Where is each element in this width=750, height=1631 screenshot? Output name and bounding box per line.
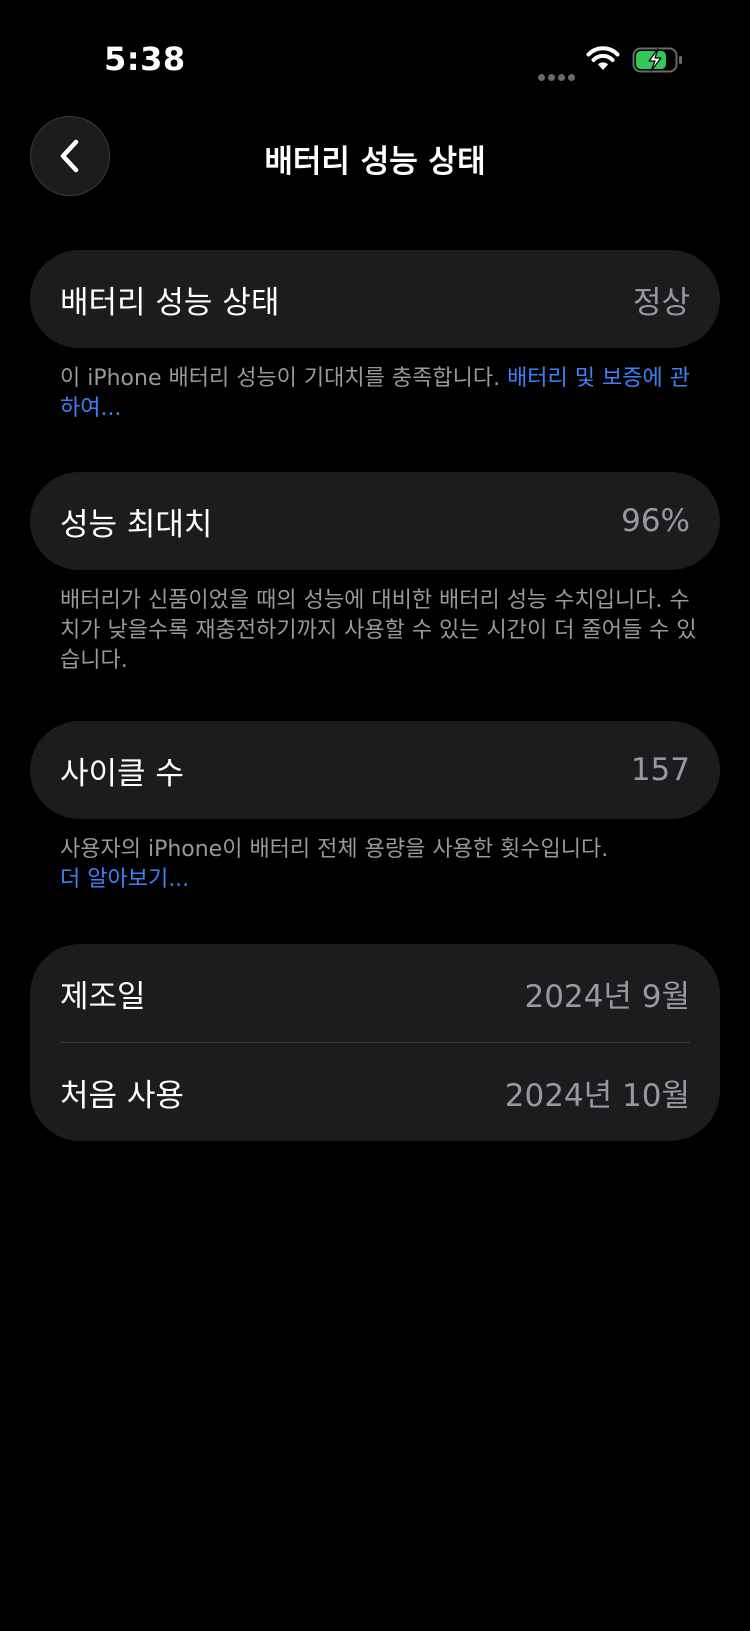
cycle-count-row: 사이클 수 157 [30, 721, 720, 819]
first-use-value: 2024년 10월 [504, 1077, 690, 1114]
status-bar: 5:38 [0, 0, 750, 120]
battery-health-note-text: 이 iPhone 배터리 성능이 기대치를 충족합니다. [60, 366, 508, 391]
manufacture-date-label: 제조일 [60, 978, 146, 1015]
maximum-capacity-label: 성능 최대치 [60, 506, 213, 543]
maximum-capacity-value: 96% [621, 503, 690, 539]
maximum-capacity-row: 성능 최대치 96% [30, 472, 720, 570]
cycle-count-label: 사이클 수 [60, 755, 184, 792]
status-time: 5:38 [104, 40, 186, 78]
cycle-count-value: 157 [630, 752, 690, 788]
battery-health-note: 이 iPhone 배터리 성능이 기대치를 충족합니다. 배터리 및 보증에 관… [60, 364, 700, 424]
learn-more-link[interactable]: 더 알아보기... [60, 865, 700, 895]
navigation-bar: 배터리 성능 상태 [0, 110, 750, 200]
wifi-icon [586, 46, 620, 76]
cycle-count-note-text: 사용자의 iPhone이 배터리 전체 용량을 사용한 횟수입니다. [60, 837, 609, 862]
page-title: 배터리 성능 상태 [264, 144, 486, 180]
first-use-label: 처음 사용 [60, 1077, 184, 1114]
manufacture-date-value: 2024년 9월 [524, 978, 690, 1015]
battery-health-value: 정상 [632, 284, 690, 321]
battery-charging-icon [632, 46, 684, 78]
maximum-capacity-note: 배터리가 신품이었을 때의 성능에 대비한 배터리 성능 수치입니다. 수치가 … [60, 588, 697, 673]
battery-health-label: 배터리 성능 상태 [60, 284, 280, 321]
first-use-row: 처음 사용 2024년 10월 [30, 1043, 720, 1141]
battery-health-card: 배터리 성능 상태 정상 [30, 250, 720, 348]
maximum-capacity-card: 성능 최대치 96% [30, 472, 720, 570]
cycle-count-card: 사이클 수 157 [30, 721, 720, 819]
battery-health-row: 배터리 성능 상태 정상 [30, 250, 720, 348]
dates-card: 제조일 2024년 9월 처음 사용 2024년 10월 [30, 944, 720, 1141]
cycle-count-note: 사용자의 iPhone이 배터리 전체 용량을 사용한 횟수입니다. 더 알아보… [60, 835, 700, 895]
cellular-signal-icon [538, 66, 578, 85]
manufacture-date-row: 제조일 2024년 9월 [30, 944, 720, 1042]
